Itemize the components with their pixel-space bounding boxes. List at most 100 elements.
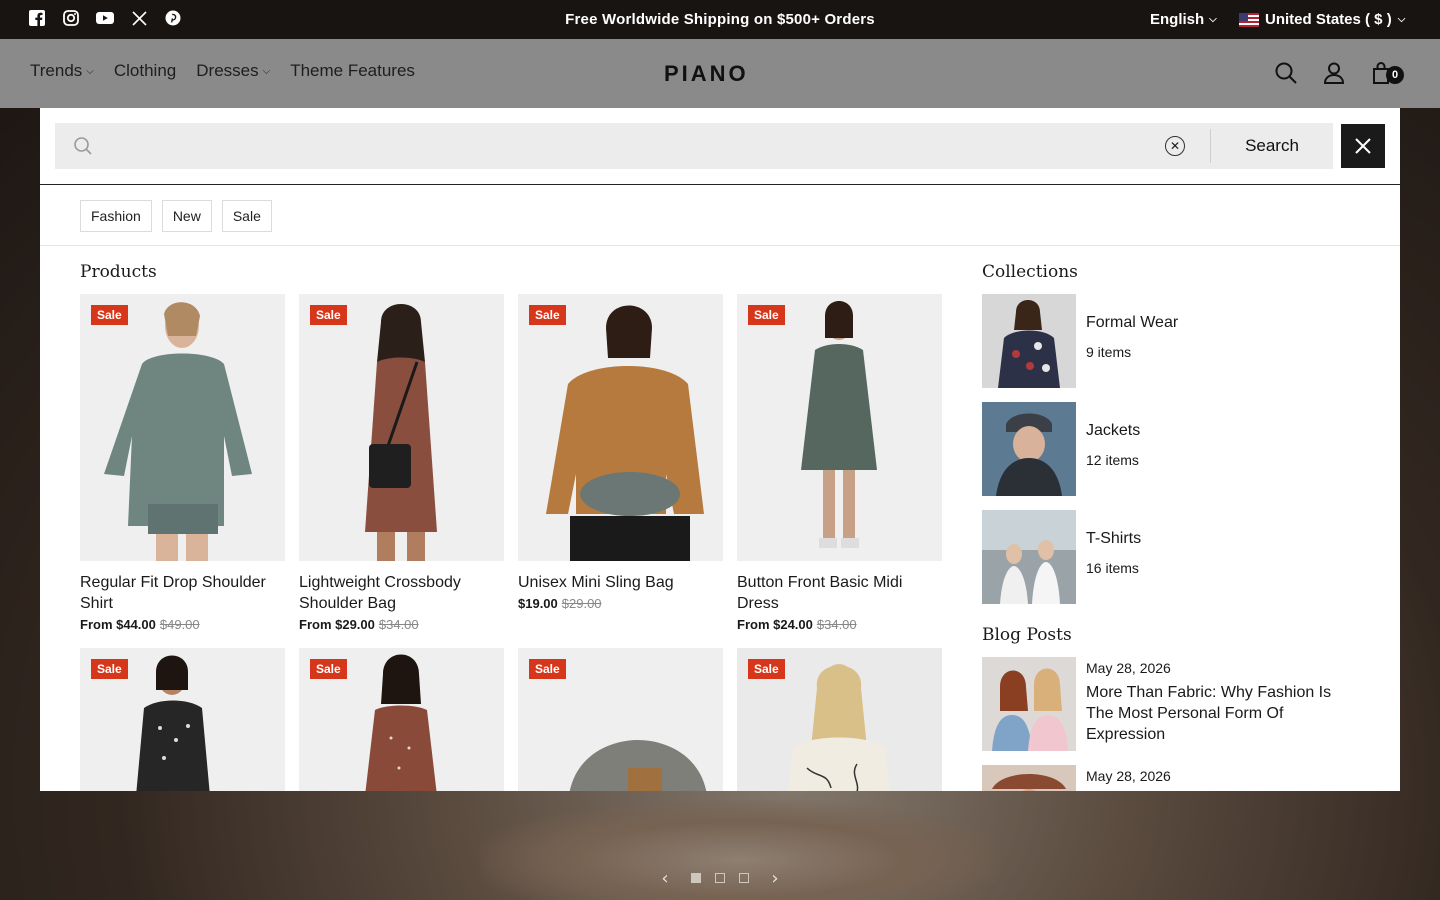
chevron-down-icon: ⌵: [1397, 14, 1406, 25]
product-image[interactable]: Sale: [299, 294, 504, 561]
sale-badge: Sale: [310, 305, 347, 325]
product-title[interactable]: Lightweight Crossbody Shoulder Bag: [299, 572, 504, 614]
blog-image[interactable]: [982, 765, 1076, 791]
sale-badge: Sale: [748, 305, 785, 325]
product-image[interactable]: Sale: [737, 648, 942, 791]
us-flag-icon: [1239, 12, 1259, 27]
search-icon: [73, 136, 93, 160]
blog-title[interactable]: More Than Fabric: Why Fashion Is The Mos…: [1086, 682, 1336, 745]
search-panel: ✕ Search Fashion New Sale Products Colle…: [40, 108, 1400, 791]
blog-date: May 28, 2026: [1086, 660, 1171, 676]
slider-controls: ‹ ›: [640, 866, 800, 890]
blog-image[interactable]: [982, 657, 1076, 751]
nav-item-trends[interactable]: Trends ⌵: [30, 61, 94, 81]
product-card[interactable]: Sale: [80, 648, 285, 791]
collections-heading: Collections: [982, 262, 1078, 282]
nav-label: Theme Features: [290, 61, 415, 80]
cart-count-badge: 0: [1386, 66, 1404, 84]
collection-image[interactable]: [982, 402, 1076, 496]
nav-label: Clothing: [113, 61, 177, 80]
site-logo[interactable]: PIANO: [664, 61, 749, 87]
blog-list: May 28, 2026 More Than Fabric: Why Fashi…: [982, 657, 1336, 791]
divider: [40, 245, 1400, 246]
product-image[interactable]: Sale: [299, 648, 504, 791]
chevron-down-icon: ⌵: [1209, 14, 1217, 25]
account-icon[interactable]: [1322, 61, 1346, 85]
product-title[interactable]: Unisex Mini Sling Bag: [518, 572, 723, 593]
search-input[interactable]: [103, 123, 1153, 169]
collection-count: 9 items: [1086, 344, 1132, 360]
collection-item[interactable]: Jackets 12 items: [982, 402, 1178, 496]
country-selector[interactable]: United States ( $ ) ⌵: [1239, 11, 1405, 28]
divider: [40, 184, 1400, 185]
product-card[interactable]: Sale: [299, 648, 504, 791]
nav-item-clothing[interactable]: Clothing: [114, 61, 176, 81]
price-old: $49.00: [159, 617, 200, 632]
product-image[interactable]: Sale: [80, 294, 285, 561]
announcement-text: Free Worldwide Shipping on $500+ Orders: [565, 11, 875, 28]
product-card[interactable]: Sale Button Front Basic Midi Dress From …: [737, 294, 942, 632]
cart-icon[interactable]: 0: [1370, 61, 1404, 85]
price-current: From $24.00: [737, 617, 813, 632]
close-search-button[interactable]: [1341, 124, 1385, 168]
language-label: English: [1150, 11, 1205, 28]
product-card[interactable]: Sale Unisex Mini Sling Bag $19.00 $29.00: [518, 294, 723, 632]
collections-list: Formal Wear 9 items Jackets 12 items T-S…: [982, 294, 1178, 618]
sale-badge: Sale: [91, 305, 128, 325]
nav-item-dresses[interactable]: Dresses ⌵: [196, 61, 270, 81]
product-image[interactable]: Sale: [518, 294, 723, 561]
blog-date: May 28, 2026: [1086, 768, 1171, 784]
slider-next-icon[interactable]: ›: [763, 868, 787, 889]
blog-item[interactable]: May 28, 2026: [982, 765, 1336, 791]
sale-badge: Sale: [91, 659, 128, 679]
collection-item[interactable]: Formal Wear 9 items: [982, 294, 1178, 388]
price-old: $34.00: [378, 617, 419, 632]
sale-badge: Sale: [748, 659, 785, 679]
product-grid: Sale Regular Fit Drop Shoulder Shirt Fro…: [80, 294, 942, 791]
product-price: From $44.00 $49.00: [80, 617, 285, 632]
collection-name[interactable]: T-Shirts: [1086, 530, 1141, 548]
product-card[interactable]: Sale: [737, 648, 942, 791]
collection-image[interactable]: [982, 294, 1076, 388]
tag-sale[interactable]: Sale: [221, 200, 272, 232]
products-heading: Products: [80, 262, 157, 282]
product-card[interactable]: Sale: [518, 648, 723, 791]
collection-name[interactable]: Formal Wear: [1086, 314, 1178, 332]
product-image[interactable]: Sale: [518, 648, 723, 791]
search-tags: Fashion New Sale: [80, 200, 272, 232]
blog-item[interactable]: May 28, 2026 More Than Fabric: Why Fashi…: [982, 657, 1336, 751]
price-current: From $29.00: [299, 617, 375, 632]
search-button[interactable]: Search: [1211, 123, 1333, 169]
slider-prev-icon[interactable]: ‹: [653, 868, 677, 889]
tag-new[interactable]: New: [161, 200, 212, 232]
slider-dot[interactable]: [739, 873, 749, 883]
search-icon[interactable]: [1274, 61, 1298, 85]
slider-dot[interactable]: [691, 873, 701, 883]
clear-search-icon[interactable]: ✕: [1165, 136, 1185, 156]
product-title[interactable]: Button Front Basic Midi Dress: [737, 572, 942, 614]
slider-dot[interactable]: [715, 873, 725, 883]
nav-label: Trends: [30, 61, 83, 80]
product-title[interactable]: Regular Fit Drop Shoulder Shirt: [80, 572, 285, 614]
collection-info: T-Shirts 16 items: [1086, 510, 1141, 604]
search-bar: ✕ Search: [55, 123, 1333, 169]
collection-count: 12 items: [1086, 452, 1139, 468]
nav-item-theme-features[interactable]: Theme Features: [290, 61, 415, 81]
site-header: Trends ⌵ Clothing Dresses ⌵ Theme Featur…: [0, 39, 1440, 108]
tag-fashion[interactable]: Fashion: [80, 200, 152, 232]
country-label: United States ( $ ): [1265, 11, 1392, 28]
product-card[interactable]: Sale Regular Fit Drop Shoulder Shirt Fro…: [80, 294, 285, 632]
language-selector[interactable]: English ⌵: [1150, 11, 1217, 28]
collection-count: 16 items: [1086, 560, 1139, 576]
blog-heading: Blog Posts: [982, 625, 1072, 645]
collection-item[interactable]: T-Shirts 16 items: [982, 510, 1178, 604]
product-price: From $29.00 $34.00: [299, 617, 504, 632]
collection-info: Jackets 12 items: [1086, 402, 1140, 496]
product-price: From $24.00 $34.00: [737, 617, 942, 632]
product-card[interactable]: Sale Lightweight Crossbody Shoulder Bag …: [299, 294, 504, 632]
collection-name[interactable]: Jackets: [1086, 422, 1140, 440]
sale-badge: Sale: [529, 659, 566, 679]
product-image[interactable]: Sale: [737, 294, 942, 561]
product-image[interactable]: Sale: [80, 648, 285, 791]
collection-image[interactable]: [982, 510, 1076, 604]
